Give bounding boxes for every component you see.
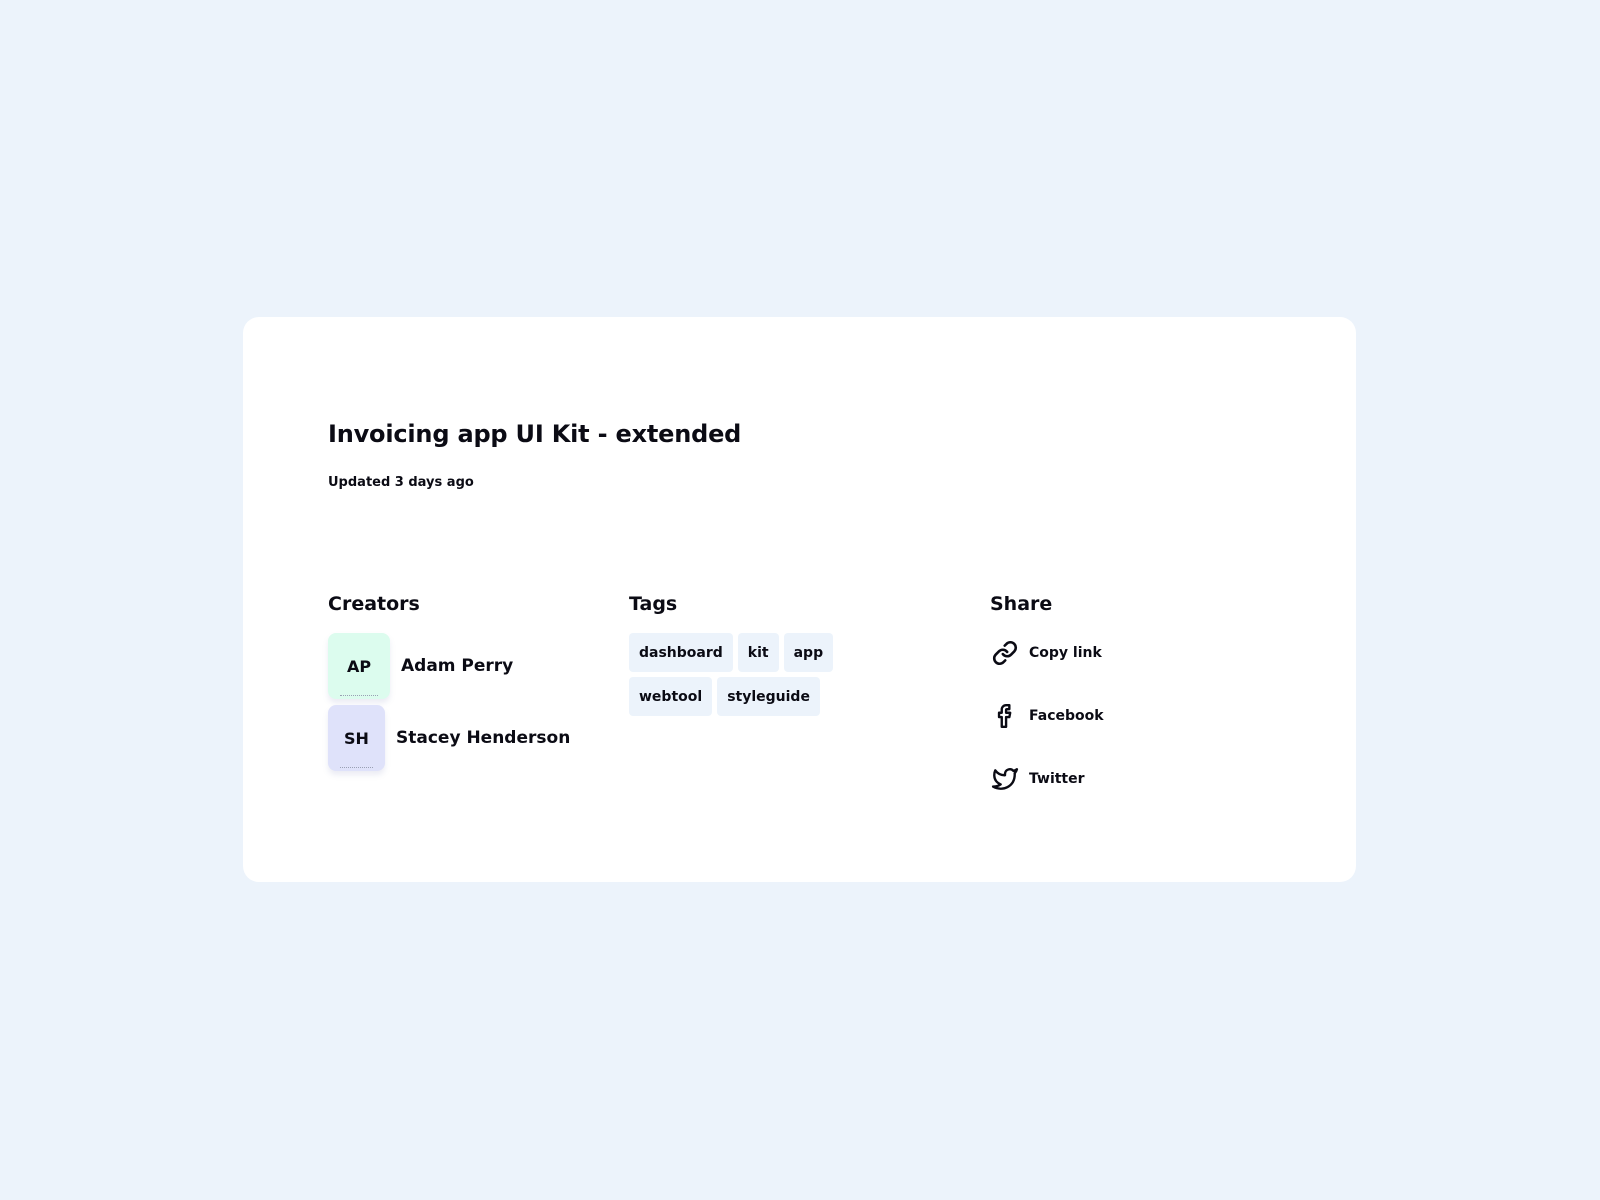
creator-name[interactable]: Adam Perry bbox=[401, 656, 513, 676]
creator-item-stacey-henderson[interactable]: SH Stacey Henderson bbox=[328, 705, 570, 771]
tag-styleguide[interactable]: styleguide bbox=[717, 677, 820, 716]
share-list: Copy link Facebook Twitter bbox=[990, 633, 1104, 822]
creator-name[interactable]: Stacey Henderson bbox=[396, 728, 570, 748]
tag-dashboard[interactable]: dashboard bbox=[629, 633, 733, 672]
creator-item-adam-perry[interactable]: AP Adam Perry bbox=[328, 633, 570, 699]
creators-heading: Creators bbox=[328, 593, 420, 615]
facebook-label: Facebook bbox=[1029, 708, 1104, 724]
twitter-share-button[interactable]: Twitter bbox=[990, 759, 1104, 799]
project-card: Invoicing app UI Kit - extended Updated … bbox=[243, 317, 1356, 882]
twitter-label: Twitter bbox=[1029, 771, 1085, 787]
facebook-icon bbox=[990, 701, 1020, 731]
share-heading: Share bbox=[990, 593, 1053, 615]
link-icon bbox=[990, 638, 1020, 668]
facebook-share-button[interactable]: Facebook bbox=[990, 696, 1104, 736]
copy-link-button[interactable]: Copy link bbox=[990, 633, 1104, 673]
avatar[interactable]: SH bbox=[328, 705, 385, 771]
avatar[interactable]: AP bbox=[328, 633, 390, 699]
twitter-icon bbox=[990, 764, 1020, 794]
tag-list: dashboard kit app webtool styleguide bbox=[629, 633, 919, 716]
creators-list: AP Adam Perry SH Stacey Henderson bbox=[328, 633, 570, 777]
copy-link-label: Copy link bbox=[1029, 645, 1102, 661]
tag-app[interactable]: app bbox=[783, 633, 834, 672]
updated-timestamp: Updated 3 days ago bbox=[328, 475, 474, 490]
page-title: Invoicing app UI Kit - extended bbox=[328, 420, 742, 448]
tags-heading: Tags bbox=[629, 593, 678, 615]
tag-webtool[interactable]: webtool bbox=[629, 677, 713, 716]
tag-kit[interactable]: kit bbox=[737, 633, 779, 672]
